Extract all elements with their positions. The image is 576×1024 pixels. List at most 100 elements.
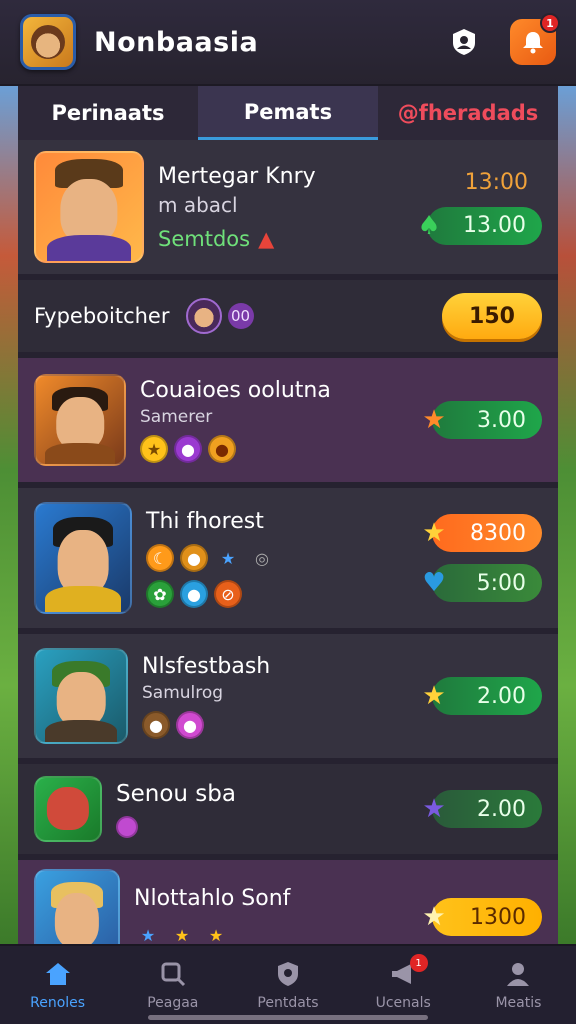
- price-pill[interactable]: ♠ 13.00: [417, 206, 542, 245]
- player-list: Mertegar Knry m abacl Semtdos ▲ 13:00 ♠ …: [18, 140, 558, 944]
- app-header: Nonbaasia 1: [0, 0, 576, 86]
- list-item-name: Thi fhorest: [146, 509, 264, 534]
- reward-icons-row-2: ✿ ● ⊘: [146, 580, 432, 608]
- star-icon: ★: [140, 435, 168, 463]
- list-item-name: Nlottahlo Sonf: [134, 886, 291, 911]
- bell-icon: [523, 32, 543, 54]
- avatar-head: [54, 893, 100, 944]
- list-item-info: Mertegar Knry m abacl Semtdos ▲: [158, 163, 427, 251]
- list-item-info: Thi fhorest ☾ ● ★ ◎ ✿ ● ⊘: [146, 508, 432, 608]
- profile-shield-icon: [453, 29, 475, 55]
- home-indicator[interactable]: [148, 1015, 428, 1020]
- bottom-navigation: Renoles Peagaa Pentdats 1 Ucenals Meatis: [0, 944, 576, 1024]
- tab-bar: Perinaats Pemats @fheradads: [18, 86, 558, 140]
- price-value: 3.00: [477, 407, 526, 433]
- home-icon: [43, 959, 73, 989]
- avatar: [34, 151, 144, 263]
- logo-face-icon: [31, 25, 65, 59]
- tab-pemats[interactable]: Pemats: [198, 86, 378, 140]
- nav-badge: 1: [409, 954, 428, 972]
- header-actions: 1: [444, 13, 560, 65]
- price-top: 13:00: [464, 169, 528, 195]
- price-pill-top[interactable]: ★ 8300: [422, 514, 542, 552]
- price-value: 5:00: [476, 570, 526, 596]
- list-item-name: Nlsfestbash: [142, 654, 271, 679]
- nav-item-peagaa[interactable]: Peagaa: [115, 946, 230, 1024]
- list-item[interactable]: Fypeboitcher 00 150: [18, 280, 558, 358]
- berry-icon: ●: [176, 711, 204, 739]
- ban-icon: ⊘: [214, 580, 242, 608]
- profile-shield-button[interactable]: [444, 22, 484, 62]
- list-item-prices: 13:00 ♠ 13.00: [417, 169, 542, 245]
- list-item[interactable]: Couaioes oolutna Samerer ★ ● ● ★ 3.00: [18, 358, 558, 488]
- list-item-subtitle: Samerer: [140, 407, 213, 427]
- price-pill[interactable]: ★ 3.00: [422, 401, 542, 439]
- avatar-body: [44, 442, 116, 464]
- notifications-button[interactable]: 1: [510, 13, 560, 65]
- star-icon: ★: [140, 925, 156, 945]
- list-item-prices: ★ 2.00: [422, 790, 542, 828]
- coin-icon: ●: [208, 435, 236, 463]
- list-item[interactable]: Nlsfestbash Samulrog ● ● ★ 2.00: [18, 634, 558, 764]
- shield-icon: [273, 959, 303, 989]
- nav-label: Ucenals: [375, 995, 431, 1011]
- list-item-info: Nlottahlo Sonf ★ ★ ★: [134, 885, 432, 944]
- price-pill[interactable]: ★ 1300: [422, 898, 542, 936]
- price-value: 1300: [470, 904, 526, 930]
- price-value: 2.00: [477, 796, 526, 822]
- mini-avatar: [185, 298, 222, 334]
- nav-item-renoles[interactable]: Renoles: [0, 946, 115, 1024]
- star-icon: ★: [422, 902, 446, 932]
- list-item-name: Fypeboitcher: [34, 304, 170, 328]
- avatar: [34, 374, 126, 466]
- tab-fheradads[interactable]: @fheradads: [378, 86, 558, 140]
- search-icon: [158, 959, 188, 989]
- count-badge: 00: [227, 303, 254, 329]
- nav-item-ucenals[interactable]: 1 Ucenals: [346, 946, 461, 1024]
- list-item-name: Couaioes oolutna: [140, 378, 331, 403]
- star-icon: ★: [174, 925, 190, 945]
- avatar-head: [56, 672, 106, 728]
- reward-icons: [116, 816, 432, 838]
- app-title: Nonbaasia: [94, 26, 259, 58]
- leaf-icon: ✿: [146, 580, 174, 608]
- claim-button[interactable]: 150: [442, 293, 542, 339]
- list-item-name: Senou sba: [116, 781, 236, 807]
- reward-icons: ● ●: [142, 711, 432, 739]
- nav-item-pentdats[interactable]: Pentdats: [230, 946, 345, 1024]
- price-pill[interactable]: ♥ 5:00: [422, 564, 542, 602]
- nav-label: Pentdats: [257, 995, 319, 1011]
- fire-icon: ☾: [146, 544, 174, 572]
- star-icon: ★: [422, 405, 446, 435]
- list-item[interactable]: Thi fhorest ☾ ● ★ ◎ ✿ ● ⊘ ★ 8300 ♥ 5:00: [18, 488, 558, 634]
- star-icon: ★: [422, 518, 446, 548]
- profile-icon: [503, 959, 533, 989]
- star-icon: ★: [220, 548, 236, 568]
- notification-count-badge: 1: [540, 13, 560, 33]
- shield-icon: ♥: [422, 568, 446, 598]
- price-pill[interactable]: ★ 2.00: [422, 677, 542, 715]
- avatar: [34, 776, 102, 842]
- list-item-subtitle: Samulrog: [142, 683, 224, 703]
- list-item-prices: ★ 8300 ♥ 5:00: [422, 514, 542, 602]
- avatar-head: [46, 786, 90, 831]
- list-item-prices: ★ 3.00: [422, 401, 542, 439]
- list-item-prices: ★ 1300: [422, 898, 542, 936]
- target-icon: ◎: [255, 548, 269, 568]
- avatar-head: [57, 529, 109, 595]
- nav-item-meatis[interactable]: Meatis: [461, 946, 576, 1024]
- price-pill[interactable]: ★ 2.00: [422, 790, 542, 828]
- nav-label: Renoles: [30, 995, 86, 1011]
- list-item[interactable]: Mertegar Knry m abacl Semtdos ▲ 13:00 ♠ …: [18, 140, 558, 280]
- star-icon: ★: [422, 681, 446, 711]
- list-item[interactable]: Senou sba ★ 2.00: [18, 764, 558, 860]
- list-item-info: Couaioes oolutna Samerer ★ ● ●: [140, 377, 432, 463]
- price-value: 2.00: [477, 683, 526, 709]
- avatar-head: [60, 178, 118, 244]
- list-item[interactable]: Nlottahlo Sonf ★ ★ ★ ★ 1300: [18, 860, 558, 944]
- tab-perinaats[interactable]: Perinaats: [18, 86, 198, 140]
- app-logo: [20, 14, 76, 70]
- list-item-subtitle: m abacl: [158, 193, 238, 217]
- star-icon: ★: [422, 794, 446, 824]
- reward-icons-row-1: ☾ ● ★ ◎: [146, 544, 432, 572]
